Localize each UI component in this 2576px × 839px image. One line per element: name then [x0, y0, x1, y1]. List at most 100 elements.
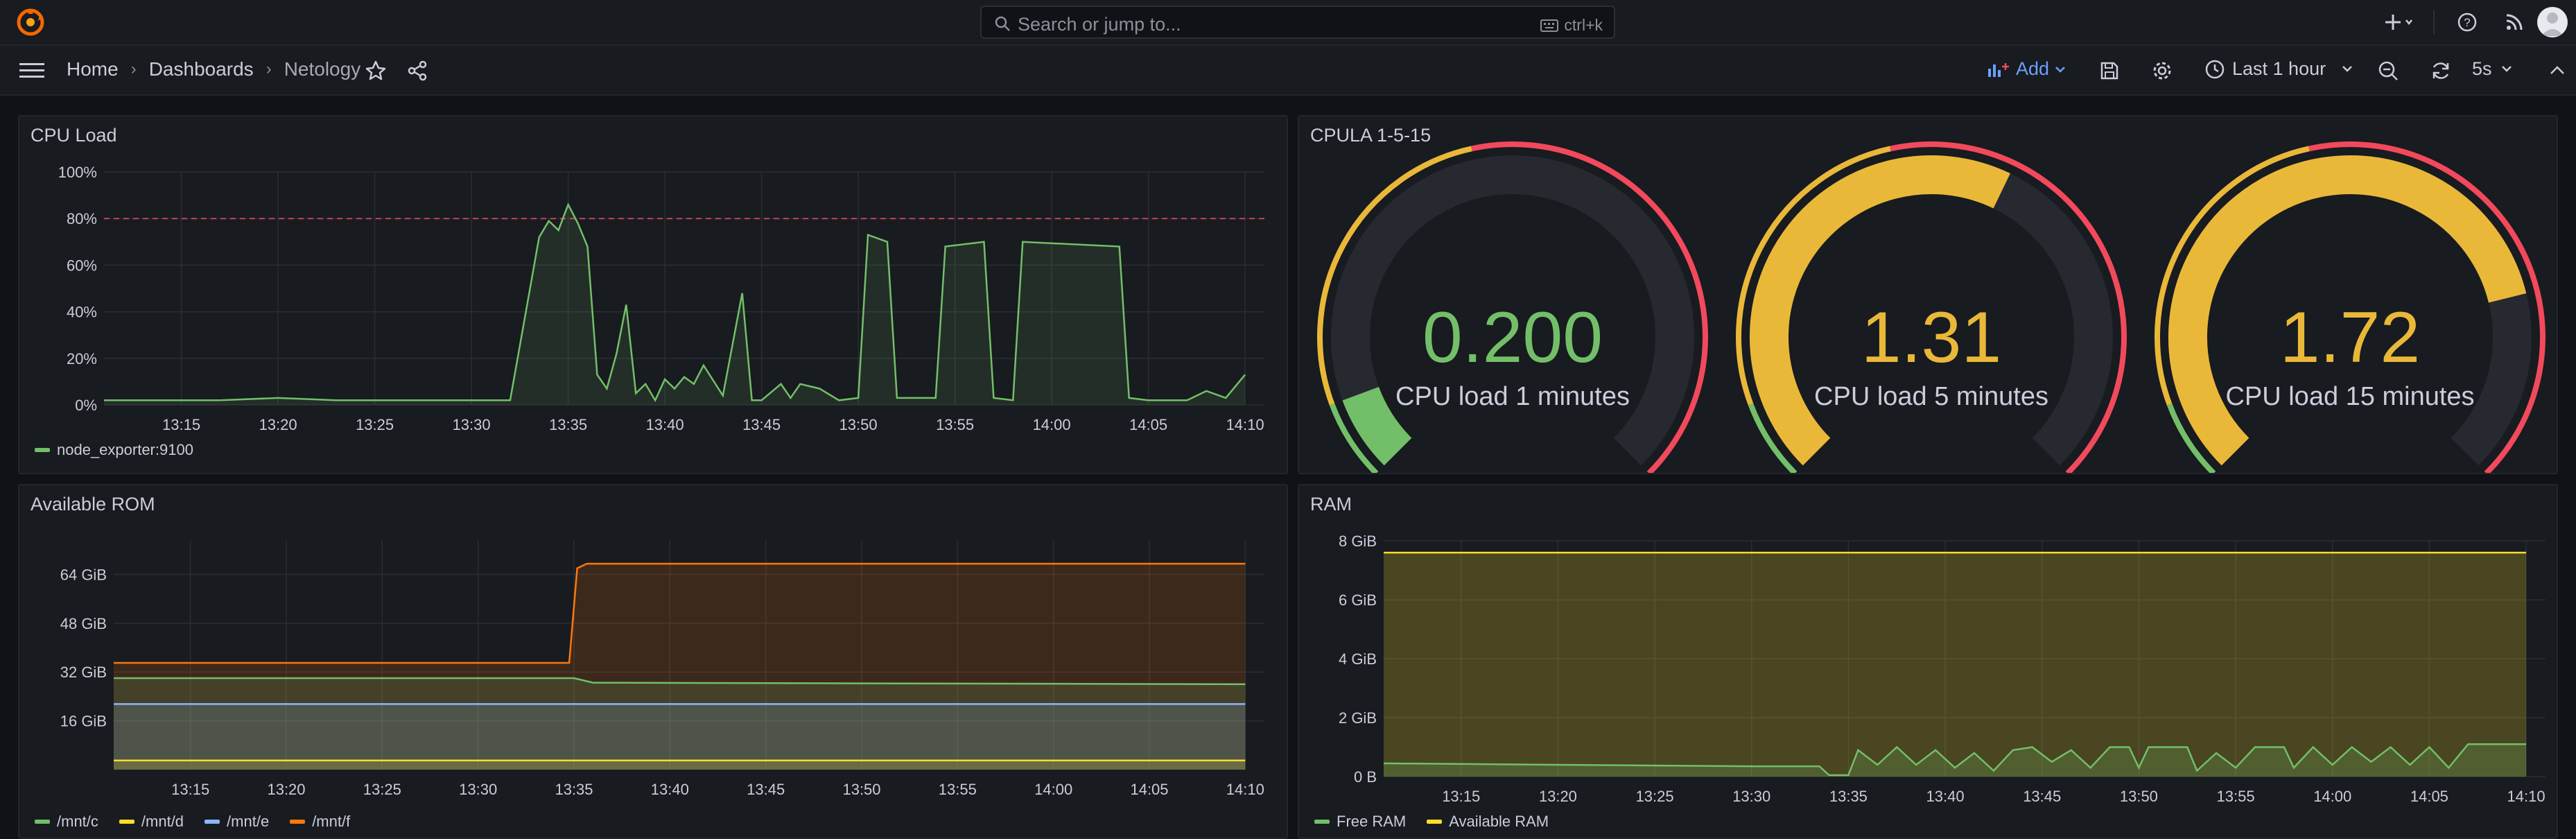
available-rom-chart[interactable]: 16 GiB 32 GiB 48 GiB 64 GiB 13:15 13:20 13:25 1… — [19, 485, 1287, 838]
zoom-out-icon[interactable] — [2378, 60, 2399, 81]
ram-available-area — [1384, 553, 2527, 777]
topbar-divider — [2433, 10, 2435, 35]
settings-gear-icon[interactable] — [2152, 60, 2173, 81]
keyboard-icon — [1540, 19, 1559, 32]
cpu-load-chart[interactable]: 0% 20% 40% 60% 80% 100% 13:15 13:20 13:25 13:30 13… — [19, 116, 1287, 473]
x-tick-label: 13:20 — [259, 416, 297, 433]
breadcrumb-home[interactable]: Home — [67, 58, 119, 80]
y-tick-label: 80% — [67, 210, 97, 227]
gauge-value: 0.200 — [1422, 297, 1603, 378]
x-tick-label: 13:15 — [171, 781, 209, 798]
legend-swatch — [35, 448, 50, 452]
share-icon[interactable] — [406, 60, 428, 82]
panel-cpula[interactable]: CPULA 1-5-15 0.200 CPU load 1 minutes 1.31… — [1298, 115, 2558, 474]
legend-label: Available RAM — [1449, 813, 1549, 830]
x-tick-label: 13:25 — [363, 781, 401, 798]
breadcrumb-dashboards[interactable]: Dashboards — [149, 58, 254, 80]
news-rss-icon[interactable] — [2504, 12, 2525, 33]
add-panel-icon — [1988, 62, 2009, 77]
x-tick-label: 13:35 — [555, 781, 593, 798]
x-tick-label: 13:30 — [1732, 788, 1770, 805]
chart-legend: /mnt/c /mnt/d /mnt/e /mnt/f — [35, 813, 350, 831]
x-tick-label: 13:50 — [2120, 788, 2158, 805]
refresh-interval-label: 5s — [2472, 58, 2492, 79]
y-tick-label: 0 B — [1354, 768, 1377, 786]
breadcrumb: Home › Dashboards › Netology — [67, 58, 360, 80]
time-range-picker[interactable]: Last 1 hour — [2204, 58, 2355, 80]
chart-legend: Free RAM Available RAM — [1314, 813, 1549, 831]
legend-label: Free RAM — [1337, 813, 1407, 830]
refresh-interval-picker[interactable]: 5s — [2472, 58, 2514, 80]
x-tick-label: 13:50 — [839, 416, 878, 433]
x-tick-label: 13:35 — [1829, 788, 1868, 805]
x-tick-label: 13:35 — [549, 416, 587, 433]
legend-swatch — [204, 820, 220, 824]
x-tick-label: 13:15 — [162, 416, 200, 433]
x-tick-label: 14:10 — [2507, 788, 2545, 805]
menu-hamburger-icon[interactable] — [19, 59, 44, 81]
legend-item[interactable]: Available RAM — [1427, 813, 1549, 831]
refresh-icon[interactable] — [2430, 60, 2451, 81]
user-avatar[interactable] — [2537, 7, 2568, 37]
legend-item[interactable]: /mnt/f — [290, 813, 350, 831]
chart-legend: node_exporter:9100 — [35, 441, 193, 459]
x-tick-label: 13:25 — [356, 416, 394, 433]
x-tick-label: 13:45 — [747, 781, 785, 798]
x-tick-label: 13:30 — [459, 781, 497, 798]
x-tick-label: 13:55 — [939, 781, 977, 798]
gauge-value: 1.72 — [2280, 297, 2420, 378]
legend-item[interactable]: /mnt/d — [119, 813, 184, 831]
gauge-value: 1.31 — [1861, 297, 2001, 378]
collapse-chevron-up-icon[interactable] — [2548, 64, 2566, 78]
search-bar[interactable]: Search or jump to... ctrl+k — [980, 6, 1615, 39]
search-shortcut-label: ctrl+k — [1564, 16, 1603, 34]
legend-item[interactable]: /mnt/e — [204, 813, 269, 831]
gauge-label: CPU load 1 minutes — [1395, 382, 1630, 411]
x-tick-label: 14:05 — [1129, 416, 1167, 433]
legend-item[interactable]: node_exporter:9100 — [35, 441, 193, 459]
search-placeholder: Search or jump to... — [1018, 14, 1181, 35]
ram-chart[interactable]: 0 B 2 GiB 4 GiB 6 GiB 8 GiB 13:15 13:20 13:25 13… — [1299, 485, 2557, 838]
legend-swatch — [1314, 820, 1330, 824]
add-button[interactable]: Add — [1987, 58, 2066, 80]
x-tick-label: 13:45 — [2023, 788, 2061, 805]
panel-ram[interactable]: RAM 0 B2 GiB 4 GiB 6 GiB 8 GiB 13:15 13:20 13:… — [1298, 484, 2558, 839]
legend-swatch — [35, 820, 50, 824]
legend-item[interactable]: Free RAM — [1314, 813, 1406, 831]
grafana-logo-icon[interactable] — [15, 7, 46, 37]
x-tick-label: 14:10 — [1226, 416, 1264, 433]
x-tick-label: 13:40 — [646, 416, 684, 433]
y-tick-label: 100% — [58, 164, 97, 181]
cpula-gauges[interactable]: 0.200 CPU load 1 minutes 1.31 CPU load 5 mi… — [1299, 116, 2557, 473]
x-tick-label: 14:00 — [2313, 788, 2351, 805]
save-dashboard-icon[interactable] — [2099, 60, 2120, 81]
y-tick-label: 48 GiB — [60, 615, 107, 632]
chevron-down-icon — [2342, 65, 2352, 72]
legend-label: /mnt/f — [312, 813, 351, 830]
panel-available-rom[interactable]: Available ROM 16 GiB 32 GiB 48 GiB 64 GiB 13… — [18, 484, 1288, 839]
help-icon[interactable]: ? — [2457, 12, 2478, 33]
x-tick-label: 13:55 — [936, 416, 974, 433]
top-bar: Search or jump to... ctrl+k ? — [0, 0, 2576, 46]
gauge-label: CPU load 5 minutes — [1814, 382, 2048, 411]
x-tick-label: 13:45 — [742, 416, 781, 433]
y-tick-label: 8 GiB — [1339, 533, 1377, 550]
x-tick-label: 13:55 — [2217, 788, 2255, 805]
y-tick-label: 64 GiB — [60, 566, 107, 583]
panel-cpu-load[interactable]: CPU Load 0% 20% 40% 60% 80% 100% 13:15 13:20 13:… — [18, 115, 1288, 474]
legend-item[interactable]: /mnt/c — [35, 813, 98, 831]
legend-swatch — [1427, 820, 1443, 824]
add-button-label: Add — [2016, 58, 2050, 79]
legend-swatch — [119, 820, 134, 824]
x-tick-label: 13:20 — [267, 781, 305, 798]
new-plus-icon[interactable] — [2385, 12, 2415, 33]
star-icon[interactable] — [365, 60, 387, 82]
rom-series-area — [114, 760, 1246, 770]
chevron-right-icon: › — [266, 60, 272, 78]
x-tick-label: 13:25 — [1636, 788, 1674, 805]
x-tick-label: 13:40 — [651, 781, 689, 798]
x-tick-label: 13:30 — [453, 416, 491, 433]
legend-label: /mnt/e — [227, 813, 270, 830]
y-tick-label: 2 GiB — [1339, 709, 1377, 727]
search-shortcut: ctrl+k — [1540, 16, 1603, 35]
